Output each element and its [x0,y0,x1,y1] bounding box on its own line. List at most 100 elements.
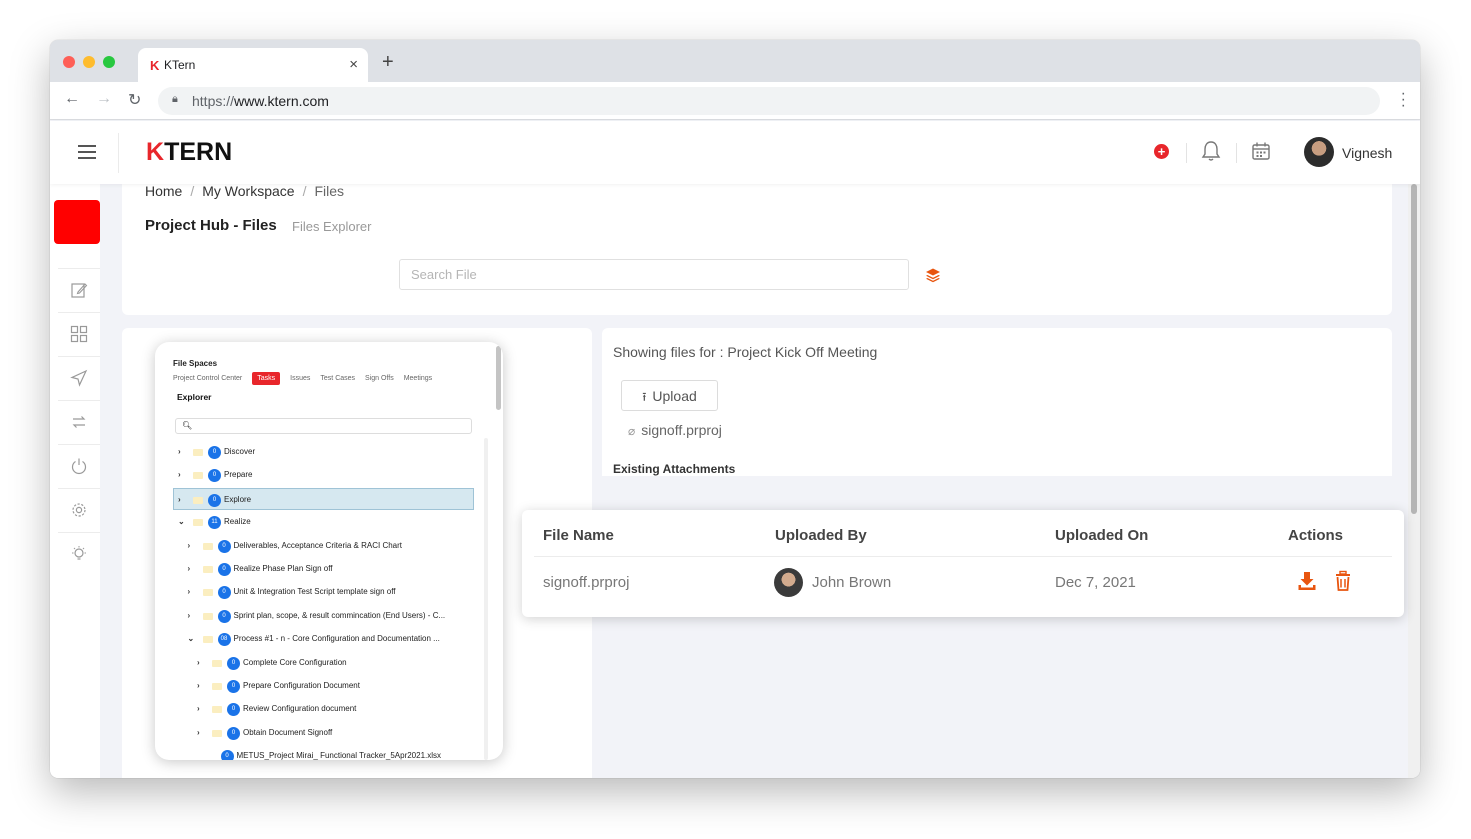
explorer-scrollbar[interactable] [496,346,501,410]
window-minimize-dot[interactable] [83,56,95,68]
folder-icon [202,589,213,597]
tree-item[interactable]: 0 METUS_Project Mirai_ Functional Tracker… [174,745,474,760]
forward-arrow-icon[interactable]: → [96,90,112,108]
tab-issues[interactable]: Issues [290,375,310,382]
breadcrumb-home[interactable]: Home [145,183,182,199]
back-arrow-icon[interactable]: ← [64,90,80,108]
tree-item[interactable]: › 0 Realize Phase Plan Sign off [174,558,474,580]
count-badge: 0 [227,680,240,693]
sidebar-item-transfer[interactable] [58,400,100,444]
chevron-right-icon[interactable]: › [197,658,200,667]
tab-sign-offs[interactable]: Sign Offs [365,375,394,382]
folder-icon [212,729,222,737]
bell-icon[interactable] [1200,139,1222,163]
page-scrollbar[interactable] [1408,184,1420,778]
tree-item[interactable]: › 0 Deliverables, Acceptance Criteria & RA… [174,535,474,557]
tree-item-label: Realize Phase Plan Sign off [233,564,333,573]
search-icon: 🔍︎ [182,421,193,430]
tree-item[interactable]: › 0 Explore [173,487,474,510]
download-icon[interactable] [1297,570,1317,592]
plus-icon[interactable]: + [1154,144,1169,159]
sidebar-item-ideas[interactable] [58,532,100,576]
chevron-right-icon[interactable]: › [197,704,200,713]
count-badge: 0 [217,539,231,553]
tree-item[interactable]: ⌄ 11 Realize [174,511,474,533]
chevron-right-icon[interactable]: › [188,611,191,620]
tab-meetings[interactable]: Meetings [404,375,432,382]
browser-tab[interactable]: K KTern × [138,48,368,82]
file-name-cell[interactable]: signoff.prproj [543,574,629,591]
left-sidebar [50,184,100,778]
folder-icon [212,706,222,714]
browser-menu-icon[interactable]: · · · [1401,86,1406,114]
tree-item[interactable]: › 0 Prepare [174,464,474,486]
chevron-down-icon[interactable]: ⌄ [188,634,195,643]
sidebar-item-send[interactable] [58,356,100,400]
lightbulb-icon [72,546,86,560]
sidebar-item-edit[interactable] [58,268,100,312]
sidebar-item-dashboard[interactable] [58,312,100,356]
user-name[interactable]: Vignesh [1342,145,1392,161]
user-avatar[interactable] [1304,137,1334,167]
column-header-file-name: File Name [543,527,614,544]
explorer-search-input[interactable]: 🔍︎ [175,418,472,434]
tab-close-icon[interactable]: × [349,56,358,73]
ktern-logo[interactable]: KTERN [146,138,232,167]
tree-item[interactable]: › 0 Complete Core Configuration [174,652,474,674]
chevron-right-icon[interactable]: › [188,587,191,596]
column-header-uploaded-on: Uploaded On [1055,527,1149,544]
calendar-icon[interactable] [1250,140,1272,162]
count-badge: 0 [208,446,221,459]
trash-icon[interactable] [1333,570,1353,592]
chevron-right-icon[interactable]: › [178,470,181,479]
reload-icon[interactable]: ↻ [128,90,141,110]
sidebar-brand-block[interactable] [54,200,100,244]
chevron-right-icon[interactable]: › [188,564,191,573]
tree-item[interactable]: › 0 Review Configuration document [174,698,474,720]
tree-item-label: Explore [224,494,252,504]
url-text: https://www.ktern.com [192,93,329,109]
sidebar-item-settings[interactable] [58,488,100,532]
tree-item-label: Discover [224,447,256,456]
tree-item[interactable]: › 0 Unit & Integration Test Script templat… [174,581,474,603]
folder-icon [202,636,213,644]
tree-item-label: Process #1 - n - Core Configuration and … [233,634,440,644]
layers-icon[interactable] [925,267,941,283]
file-space-tabs: Project Control Center Tasks Issues Test Ca… [173,372,442,385]
tab-tasks[interactable]: Tasks [252,372,281,385]
count-badge: 11 [208,516,221,530]
tab-project-control-center[interactable]: Project Control Center [173,375,242,382]
lock-icon: 🔒︎ [172,93,178,105]
tree-item-label: Prepare [224,470,253,480]
search-file-input[interactable] [399,259,909,290]
page-subtitle: Files Explorer [292,219,372,234]
window-close-dot[interactable] [63,56,75,68]
header-divider [118,133,119,173]
chevron-right-icon[interactable]: › [178,447,181,456]
url-input[interactable]: 🔒︎ https://www.ktern.com [158,87,1380,115]
folder-icon [212,683,222,690]
tree-scrollbar[interactable] [484,438,488,760]
tree-item[interactable]: › 0 Prepare Configuration Document [174,675,474,697]
count-badge: 0 [217,586,231,600]
count-badge: 0 [208,493,221,507]
window-maximize-dot[interactable] [103,56,115,68]
sidebar-item-power[interactable] [58,444,100,488]
tree-item[interactable]: ⌄ 08 Process #1 - n - Core Configuration a… [174,628,474,650]
upload-icon: ⭱ [642,390,647,404]
tree-item[interactable]: › 0 Discover [174,441,474,463]
tree-item-label: Review Configuration document [243,704,357,714]
chevron-down-icon[interactable]: ⌄ [178,517,185,526]
hamburger-icon[interactable] [78,145,96,159]
tab-test-cases[interactable]: Test Cases [320,375,355,382]
chevron-right-icon[interactable]: › [188,541,191,550]
tree-item[interactable]: › 0 Obtain Document Signoff [174,722,474,744]
breadcrumb-workspace[interactable]: My Workspace [202,183,294,199]
chevron-right-icon[interactable]: › [197,681,200,690]
new-tab-icon[interactable]: + [382,51,394,74]
chevron-right-icon[interactable]: › [178,495,181,504]
count-badge: 0 [217,609,231,623]
upload-button[interactable]: ⭱ Upload [621,380,718,411]
chevron-right-icon[interactable]: › [197,728,200,737]
tree-item[interactable]: › 0 Sprint plan, scope, & result commincat… [174,605,474,627]
